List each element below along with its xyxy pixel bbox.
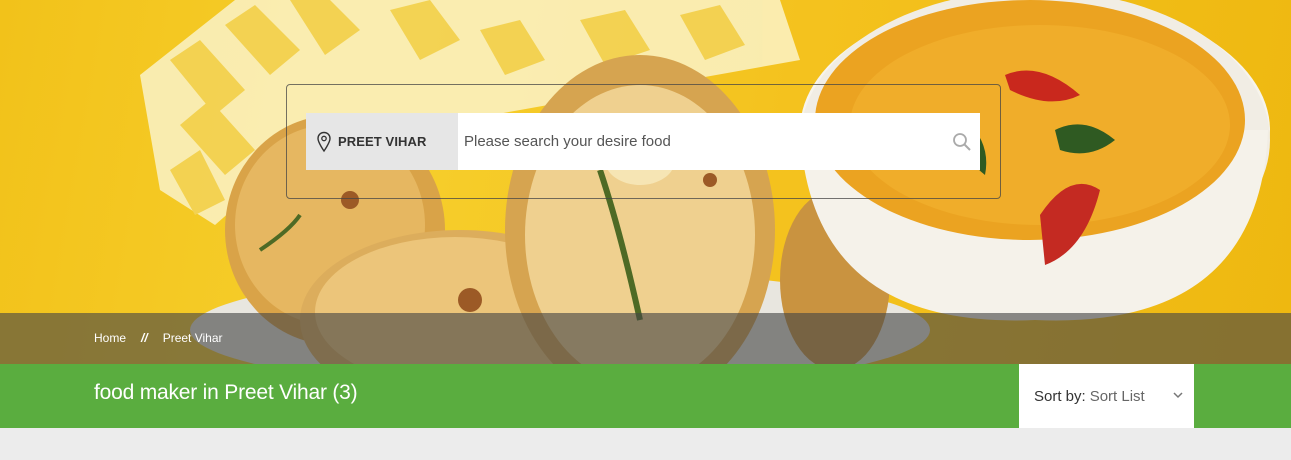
search-icon [953,133,971,151]
chevron-down-icon [1173,392,1183,399]
breadcrumb-separator: // [141,331,148,345]
food-search-input[interactable] [458,113,980,170]
sort-value: Sort List [1089,387,1145,405]
sort-label: Sort by: [1034,387,1086,405]
breadcrumb: Home // Preet Vihar [94,331,223,345]
search-button[interactable] [948,128,976,156]
page-title: food maker in Preet Vihar (3) [94,381,358,404]
location-selector[interactable]: PREET VIHAR [306,113,458,170]
sort-dropdown[interactable]: Sort by: Sort List [1019,364,1194,428]
location-label: PREET VIHAR [338,134,427,149]
breadcrumb-current: Preet Vihar [162,331,223,345]
location-pin-icon [317,131,331,152]
breadcrumb-home-link[interactable]: Home [94,331,126,345]
